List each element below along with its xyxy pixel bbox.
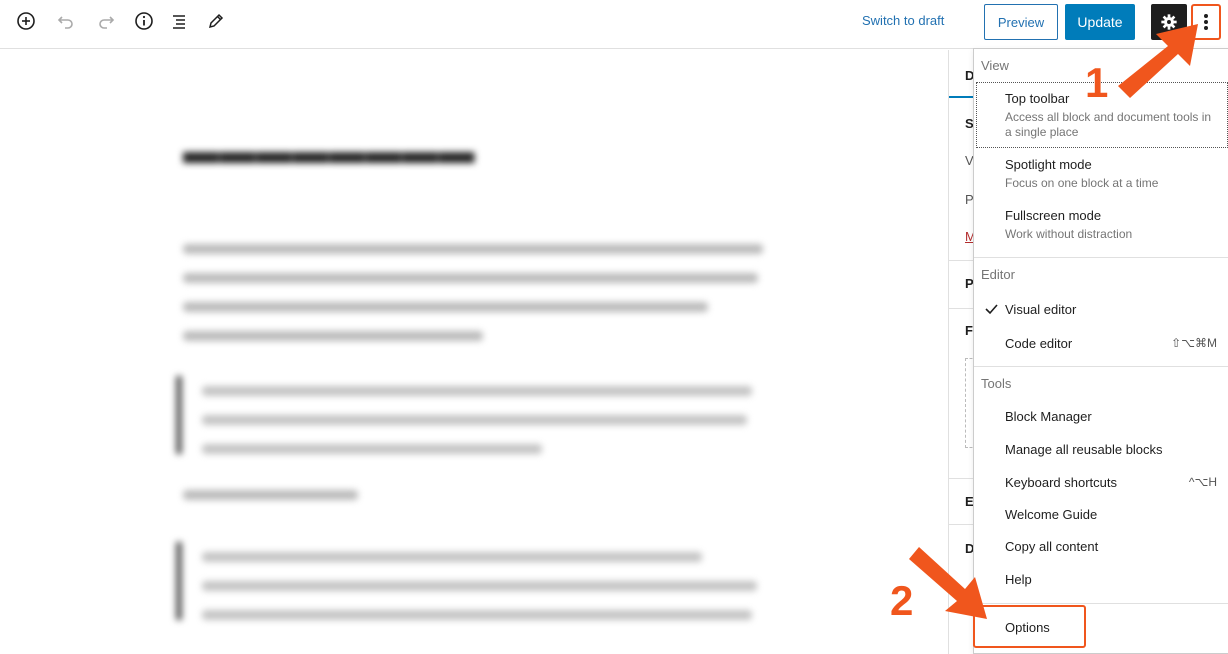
redo-button[interactable] [88,8,124,34]
menu-item-title: Spotlight mode [1005,157,1092,172]
menu-item-title: Help [1005,572,1032,587]
switch-to-draft-link[interactable]: Switch to draft [862,12,944,30]
heading-placeholder [183,490,358,500]
menu-item-title: Keyboard shortcuts [1005,475,1118,490]
menu-item-copy-all-content[interactable]: Copy all content [974,531,1228,561]
redo-icon [99,16,115,29]
keyboard-shortcut: ^⌥H [1188,475,1217,489]
menu-item-keyboard-shortcuts[interactable]: Keyboard shortcuts ^⌥H [974,467,1228,497]
keyboard-shortcut: ⇧⌥⌘M [1171,336,1217,350]
menu-item-description: Work without distraction [1005,227,1133,241]
menu-item-title: Block Manager [1005,409,1092,424]
menu-item-title: Copy all content [1005,539,1099,554]
menu-item-manage-reusable-blocks[interactable]: Manage all reusable blocks [974,434,1228,464]
menu-item-spotlight-mode[interactable]: Spotlight mode Focus on one block at a t… [974,149,1228,199]
menu-divider [974,257,1228,258]
details-button[interactable] [126,8,162,34]
paragraph-placeholder [183,234,763,360]
checkmark-icon [985,304,998,315]
menu-item-code-editor[interactable]: Code editor ⇧⌥⌘M [974,328,1228,358]
tools-button[interactable] [198,8,234,34]
menu-item-title: Visual editor [1005,302,1077,317]
menu-item-title: Fullscreen mode [1005,208,1102,223]
list-view-icon [173,15,185,29]
more-options-menu: View Top toolbar Access all block and do… [973,48,1228,654]
menu-item-description: Focus on one block at a time [1005,176,1159,190]
menu-divider [974,603,1228,604]
menu-group-label-tools: Tools [981,376,1012,391]
quote-placeholder [176,542,766,620]
preview-button[interactable]: Preview [984,4,1058,40]
post-title-placeholder: ▬▬▬▬▬▬▬▬ [183,131,475,171]
editor-canvas[interactable]: ▬▬▬▬▬▬▬▬ [0,50,948,654]
arrow-1-icon [1118,24,1198,98]
menu-item-visual-editor[interactable]: Visual editor [974,294,1228,324]
info-icon [135,12,153,30]
undo-icon [57,16,73,29]
menu-group-label-view: View [981,58,1009,73]
menu-item-title: Top toolbar [1005,91,1070,106]
editor-top-toolbar: Switch to draft Preview Update [0,0,1228,49]
add-block-button[interactable] [8,8,44,34]
menu-divider [974,366,1228,367]
menu-group-label-editor: Editor [981,267,1015,282]
menu-item-title: Welcome Guide [1005,507,1098,522]
sidebar-panel-label: F [965,323,973,338]
menu-item-fullscreen-mode[interactable]: Fullscreen mode Work without distraction [974,200,1228,250]
menu-item-description: Access all block and document tools in a… [1005,110,1212,139]
menu-item-block-manager[interactable]: Block Manager [974,401,1228,431]
undo-button[interactable] [48,8,84,34]
menu-item-title: Manage all reusable blocks [1005,442,1163,457]
step-number-2: 2 [890,577,914,624]
menu-item-welcome-guide[interactable]: Welcome Guide [974,499,1228,529]
pencil-icon [208,13,224,29]
menu-item-help[interactable]: Help [974,564,1228,594]
menu-item-title: Code editor [1005,336,1073,351]
arrow-2-icon [909,547,987,619]
quote-placeholder [176,376,766,454]
plus-circle-icon [17,12,35,30]
outline-button[interactable] [162,8,198,34]
step-number-1: 1 [1085,59,1109,106]
